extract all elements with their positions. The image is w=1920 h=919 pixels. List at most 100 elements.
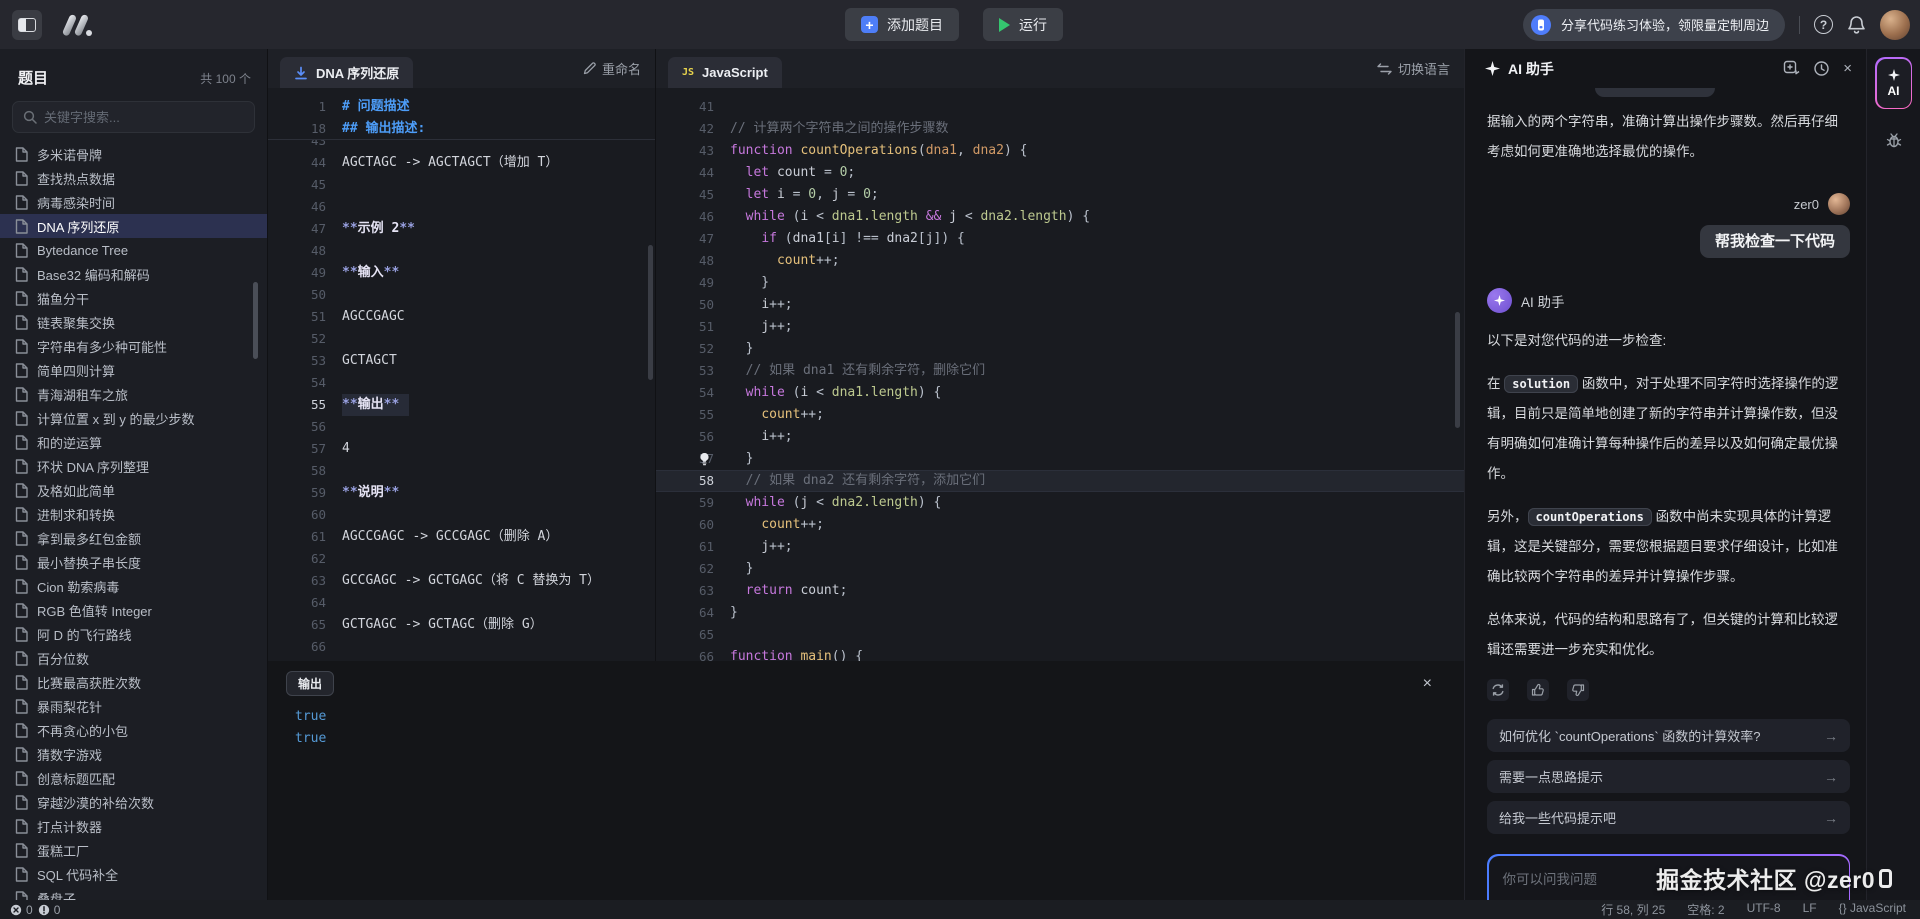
sidebar-item[interactable]: 和的逆运算 [0,430,267,454]
markdown-line[interactable]: 59**说明** [268,482,655,504]
markdown-line[interactable]: 54 [268,372,655,394]
regenerate-button[interactable] [1487,679,1509,701]
code-line[interactable]: 50 i++; [656,294,1464,316]
code-line[interactable]: 51 j++; [656,316,1464,338]
markdown-line[interactable]: 61AGCCGAGC -> GCCGAGC（删除 A） [268,526,655,548]
status-item[interactable]: {} JavaScript [1839,901,1906,918]
code-line[interactable]: 64} [656,602,1464,624]
output-tab[interactable]: 输出 [286,671,334,696]
code-line[interactable]: 63 return count; [656,580,1464,602]
code-line[interactable]: 66function main() { [656,646,1464,661]
sidebar-item[interactable]: 蛋糕工厂 [0,838,267,862]
sidebar-item[interactable]: 穿越沙漠的补给次数 [0,790,267,814]
code-line-current[interactable]: 58 // 如果 dna2 还有剩余字符，添加它们 [656,470,1464,492]
markdown-line[interactable]: 65GCTGAGC -> GCTAGC（删除 G） [268,614,655,636]
sidebar-item[interactable]: 链表聚集交换 [0,310,267,334]
status-item[interactable]: 空格: 2 [1687,901,1724,918]
markdown-line[interactable]: 50 [268,284,655,306]
warnings-indicator[interactable]: 0 [38,903,61,917]
status-item[interactable]: UTF-8 [1747,901,1781,918]
code-line[interactable]: 60 count++; [656,514,1464,536]
thumbs-down-button[interactable] [1567,679,1589,701]
sidebar-item[interactable]: 阿 D 的飞行路线 [0,622,267,646]
sidebar-item[interactable]: 猜数字游戏 [0,742,267,766]
suggestion-chip[interactable]: 给我一些代码提示吧→ [1487,801,1850,834]
code-line[interactable]: 54 while (i < dna1.length) { [656,382,1464,404]
help-icon[interactable]: ? [1814,15,1833,34]
code-line[interactable]: 43function countOperations(dna1, dna2) { [656,140,1464,162]
markdown-line[interactable]: 63GCCGAGC -> GCTGAGC（将 C 替换为 T） [268,570,655,592]
markdown-line[interactable]: 49**输入** [268,262,655,284]
sidebar-item[interactable]: 叠盘子 [0,886,267,900]
code-line[interactable]: 48 count++; [656,250,1464,272]
add-problem-button[interactable]: + 添加题目 [845,8,959,41]
sidebar-item[interactable]: 环状 DNA 序列整理 [0,454,267,478]
sidebar-item[interactable]: Cion 勒索病毒 [0,574,267,598]
markdown-line[interactable]: 44AGCTAGC -> AGCTAGCT（增加 T） [268,152,655,174]
suggestion-chip[interactable]: 需要一点思路提示→ [1487,760,1850,793]
code-line[interactable]: 41 [656,96,1464,118]
thumbs-up-button[interactable] [1527,679,1549,701]
markdown-line[interactable]: 56 [268,416,655,438]
sidebar-item[interactable]: 拿到最多红包金额 [0,526,267,550]
sidebar-item[interactable]: 字符串有多少种可能性 [0,334,267,358]
close-icon[interactable]: × [1843,61,1852,76]
markdown-line[interactable]: 1# 问题描述 [268,96,655,118]
markdown-editor[interactable]: 1# 问题描述18## 输出描述:4344AGCTAGC -> AGCTAGCT… [268,88,655,661]
code-line[interactable]: 65 [656,624,1464,646]
markdown-line[interactable]: 45 [268,174,655,196]
ai-question-input[interactable] [1489,856,1849,901]
code-line[interactable]: 44 let count = 0; [656,162,1464,184]
markdown-line[interactable]: 62 [268,548,655,570]
status-item[interactable]: 行 58, 列 25 [1601,901,1665,918]
sidebar-item[interactable]: 最小替换子串长度 [0,550,267,574]
sidebar-scrollbar[interactable] [253,282,258,359]
ai-chat-scroll[interactable]: 据输入的两个字符串，准确计算出操作步骤数。然后再仔细考虑如何更准确地选择最优的操… [1465,88,1866,900]
markdown-line[interactable]: 18## 输出描述: [268,118,655,140]
markdown-line[interactable]: 64 [268,592,655,614]
sidebar-item[interactable]: 百分位数 [0,646,267,670]
ai-rail-button[interactable]: AI [1875,57,1912,109]
sidebar-item[interactable]: 病毒感染时间 [0,190,267,214]
sidebar-toggle-button[interactable] [12,10,42,40]
rename-button[interactable]: 重命名 [583,49,641,88]
code-line[interactable]: 61 j++; [656,536,1464,558]
markdown-line[interactable]: 48 [268,240,655,262]
sidebar-item[interactable]: 及格如此简单 [0,478,267,502]
new-chat-icon[interactable] [1783,60,1800,77]
code-line[interactable]: 62 } [656,558,1464,580]
status-item[interactable]: LF [1803,901,1817,918]
switch-language-button[interactable]: 切换语言 [1377,49,1450,88]
code-line[interactable]: 46 while (i < dna1.length && j < dna2.le… [656,206,1464,228]
sidebar-item[interactable]: 比赛最高获胜次数 [0,670,267,694]
markdown-line[interactable]: 60 [268,504,655,526]
run-button[interactable]: 运行 [983,8,1063,41]
app-logo[interactable] [60,12,96,38]
code-line[interactable]: 56 i++; [656,426,1464,448]
output-close-icon[interactable]: × [1423,675,1446,693]
promo-banner-button[interactable]: 分享代码练习体验，领限量定制周边 [1523,9,1785,41]
sidebar-item[interactable]: 查找热点数据 [0,166,267,190]
markdown-line[interactable]: 66 [268,636,655,658]
sidebar-item[interactable]: 暴雨梨花针 [0,694,267,718]
code-line[interactable]: 57 } [656,448,1464,470]
suggestion-chip[interactable]: 如何优化 `countOperations` 函数的计算效率?→ [1487,719,1850,752]
sidebar-item[interactable]: SQL 代码补全 [0,862,267,886]
markdown-line[interactable]: 43 [268,140,655,152]
language-tab[interactable]: JS JavaScript [668,57,782,88]
bell-icon[interactable] [1847,15,1866,35]
sidebar-item[interactable]: Base32 编码和解码 [0,262,267,286]
lightbulb-icon[interactable] [698,452,711,466]
markdown-line[interactable]: 46 [268,196,655,218]
sidebar-item[interactable]: RGB 色值转 Integer [0,598,267,622]
code-scrollbar[interactable] [1455,312,1460,428]
sidebar-item[interactable]: 猫鱼分干 [0,286,267,310]
code-line[interactable]: 53 // 如果 dna1 还有剩余字符，删除它们 [656,360,1464,382]
markdown-scrollbar[interactable] [648,245,653,380]
markdown-tab[interactable]: DNA 序列还原 [280,57,413,88]
code-line[interactable]: 55 count++; [656,404,1464,426]
code-line[interactable]: 47 if (dna1[i] !== dna2[j]) { [656,228,1464,250]
markdown-line[interactable]: 47**示例 2** [268,218,655,240]
code-line[interactable]: 42// 计算两个字符串之间的操作步骤数 [656,118,1464,140]
markdown-line[interactable]: 58 [268,460,655,482]
